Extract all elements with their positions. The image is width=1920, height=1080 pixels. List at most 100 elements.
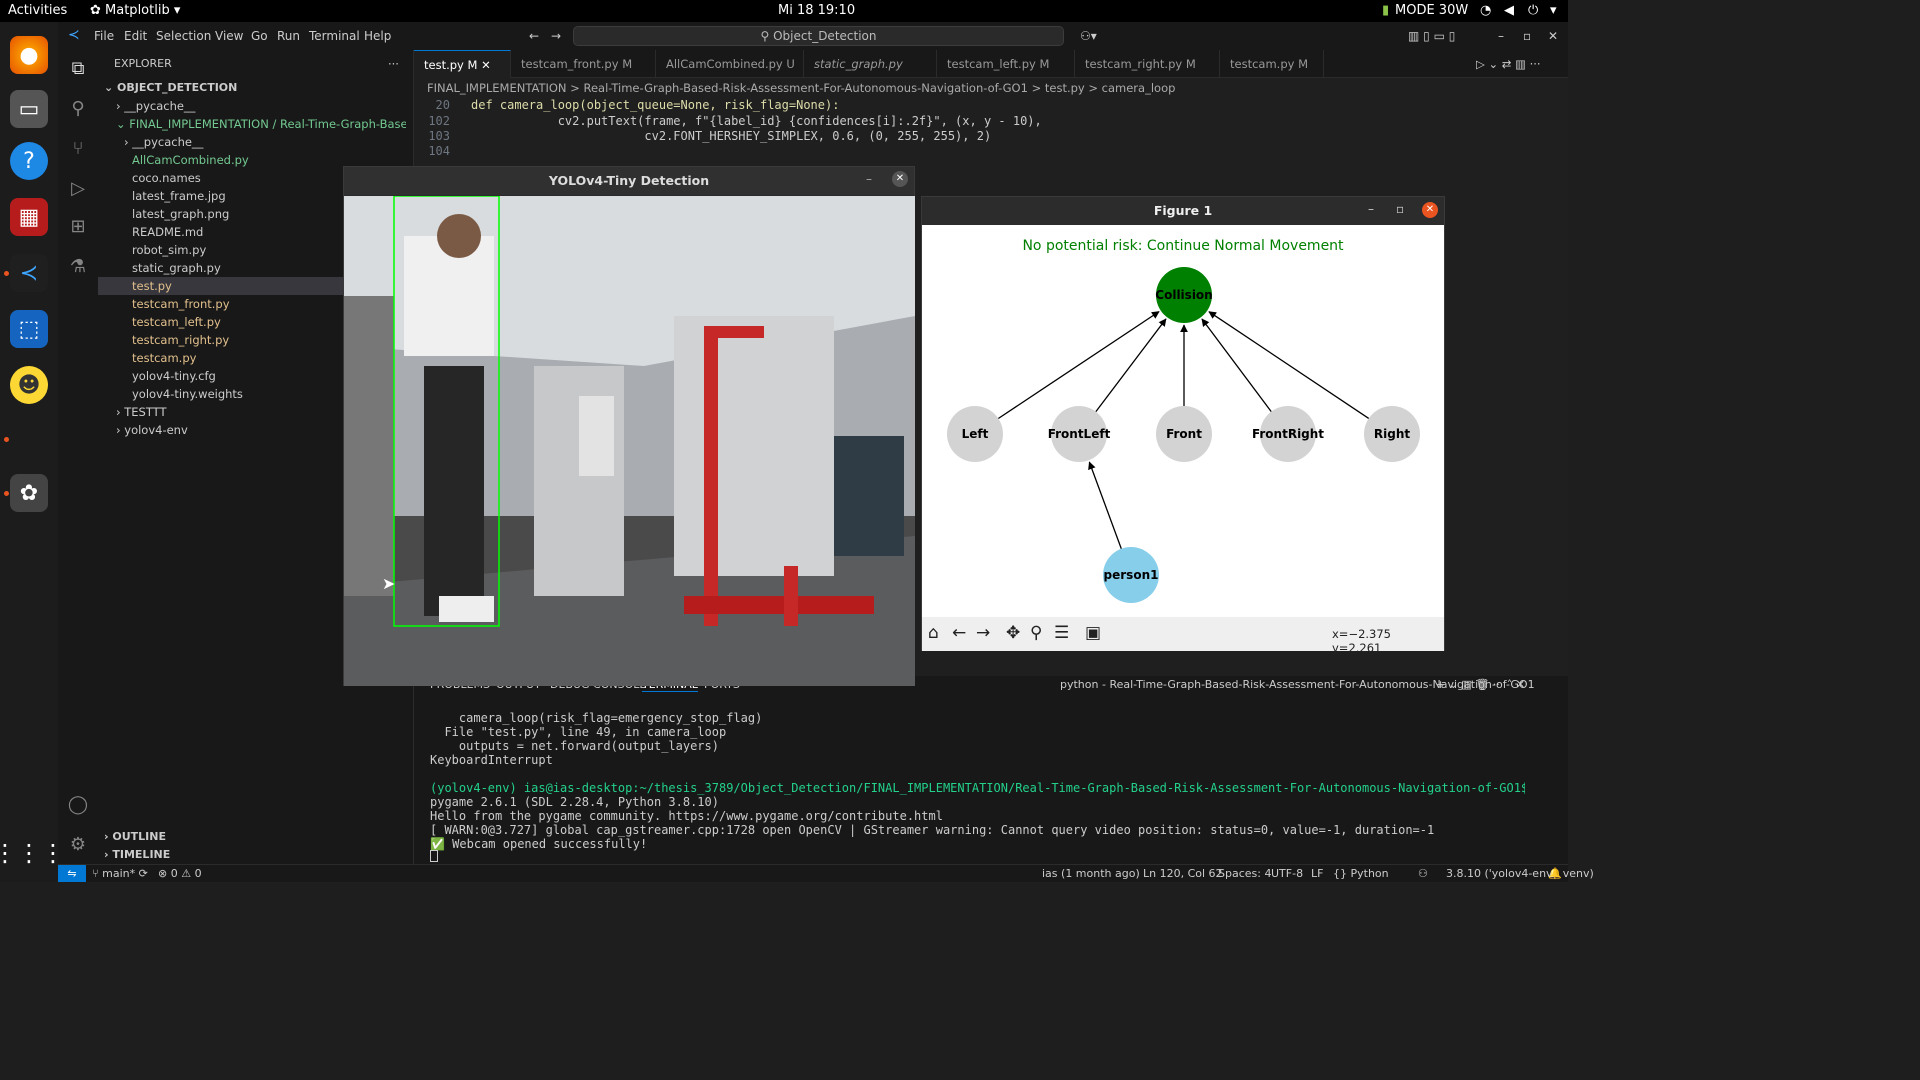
close-icon[interactable]: ✕ xyxy=(481,58,491,72)
files-icon[interactable]: ▭ xyxy=(10,90,48,128)
tab-static-graph[interactable]: static_graph.py xyxy=(804,50,937,78)
menu-run[interactable]: Run xyxy=(277,29,300,43)
close-icon[interactable]: ✕ xyxy=(1422,202,1438,218)
show-apps-icon[interactable]: ⋮⋮⋮ xyxy=(0,834,65,872)
tree-file-yolo-cfg[interactable]: yolov4-tiny.cfg xyxy=(132,367,216,385)
branch-indicator[interactable]: ⑂ main* ⟳ xyxy=(92,865,148,882)
home-icon[interactable]: ⌂ xyxy=(928,623,939,643)
menu-selection[interactable]: Selection xyxy=(156,29,211,43)
app-menu[interactable]: ✿ Matplotlib ▾ xyxy=(90,3,180,18)
pygame-icon[interactable]: ☻ xyxy=(10,366,48,404)
tab-test-py[interactable]: test.py M ✕ xyxy=(414,50,511,78)
configure-subplots-icon[interactable]: ☰ xyxy=(1054,623,1069,643)
minimize-icon[interactable]: – xyxy=(866,172,872,186)
cursor-position[interactable]: Ln 120, Col 62 xyxy=(1143,865,1223,882)
copilot-icon[interactable]: ⚇▾ xyxy=(1080,29,1097,43)
tree-file-testcam-left[interactable]: testcam_left.py xyxy=(132,313,221,331)
notifications-bell-icon[interactable]: 🔔 xyxy=(1548,865,1562,882)
language-mode[interactable]: {} Python xyxy=(1333,865,1389,882)
wifi-icon[interactable]: ◔ xyxy=(1480,3,1491,18)
app-center-icon[interactable]: ▦ xyxy=(10,198,48,236)
command-center-search[interactable]: ⚲ Object_Detection xyxy=(573,26,1064,46)
extensions-icon[interactable]: ⊞ xyxy=(67,216,89,238)
tree-file-testcam-right[interactable]: testcam_right.py xyxy=(132,331,229,349)
menu-go[interactable]: Go xyxy=(251,29,268,43)
python-interpreter[interactable]: 3.8.10 ('yolov4-env': venv) xyxy=(1446,865,1594,882)
zoom-icon[interactable]: ⚲ xyxy=(1030,623,1042,643)
tab-allcamcombined[interactable]: AllCamCombined.py U xyxy=(656,50,804,78)
outline-section[interactable]: › OUTLINE xyxy=(104,828,166,846)
terminal[interactable]: camera_loop(risk_flag=emergency_stop_fla… xyxy=(414,694,1568,864)
back-arrow-icon[interactable]: ← xyxy=(529,29,539,43)
breadcrumb[interactable]: FINAL_IMPLEMENTATION > Real-Time-Graph-B… xyxy=(414,78,1568,98)
timeline-section[interactable]: › TIMELINE xyxy=(104,846,170,864)
tree-file-yolo-weights[interactable]: yolov4-tiny.weights xyxy=(132,385,243,403)
volume-icon[interactable]: ◀ xyxy=(1504,3,1514,18)
tab-testcam-left[interactable]: testcam_left.py M xyxy=(937,50,1075,78)
encoding[interactable]: UTF-8 xyxy=(1271,865,1303,882)
layout-icon[interactable]: ▥ ▯ ▭ ▯ xyxy=(1408,29,1455,43)
git-blame[interactable]: ias (1 month ago) xyxy=(1042,865,1140,882)
tree-file-allcamcombined[interactable]: AllCamCombined.py xyxy=(132,151,249,169)
firefox-icon[interactable]: ● xyxy=(10,36,48,74)
maximize-icon[interactable]: ▫ xyxy=(1396,202,1404,216)
search-icon[interactable]: ⚲ xyxy=(67,98,89,120)
tab-testcam-right[interactable]: testcam_right.py M xyxy=(1075,50,1220,78)
explorer-icon[interactable]: ⧉ xyxy=(67,58,89,80)
menu-edit[interactable]: Edit xyxy=(124,29,147,43)
tree-folder-pycache[interactable]: › __pycache__ xyxy=(116,97,195,115)
close-icon[interactable]: ✕ xyxy=(892,171,908,187)
problems-indicator[interactable]: ⊗ 0 ⚠ 0 xyxy=(158,865,202,882)
power-mode-label[interactable]: MODE 30W xyxy=(1395,3,1468,18)
workspace-root[interactable]: ⌄ OBJECT_DETECTION xyxy=(104,79,237,97)
tree-file-testcam[interactable]: testcam.py xyxy=(132,349,196,367)
menu-view[interactable]: View xyxy=(215,29,243,43)
matplotlib-icon[interactable]: ✿ xyxy=(10,474,48,512)
menu-file[interactable]: File xyxy=(94,29,114,43)
run-debug-icon[interactable]: ▷ xyxy=(67,178,89,200)
run-file-icon[interactable]: ▷ ⌄ ⇄ ▥ ··· xyxy=(1466,50,1541,78)
tree-file-static-graph[interactable]: static_graph.py xyxy=(132,259,221,277)
forward-arrow-icon[interactable]: → xyxy=(551,29,561,43)
activities-button[interactable]: Activities xyxy=(8,3,67,18)
menu-terminal[interactable]: Terminal xyxy=(309,29,360,43)
account-icon[interactable]: ◯ xyxy=(67,794,89,816)
tree-folder-yolov4-env[interactable]: › yolov4-env xyxy=(116,421,188,439)
testing-icon[interactable]: ⚗ xyxy=(67,256,89,278)
power-icon[interactable]: ⏻ xyxy=(1528,3,1538,18)
save-icon[interactable]: ▣ xyxy=(1085,623,1101,643)
copilot-status-icon[interactable]: ⚇ xyxy=(1418,865,1428,882)
more-actions-icon[interactable]: ··· xyxy=(388,55,399,73)
clock[interactable]: Mi 18 19:10 xyxy=(778,3,855,18)
help-icon[interactable]: ? xyxy=(10,142,48,180)
source-control-icon[interactable]: ⑂ xyxy=(67,138,89,160)
tree-file-readme[interactable]: README.md xyxy=(132,223,203,241)
graph-canvas[interactable]: No potential risk: Continue Normal Movem… xyxy=(922,225,1444,617)
back-arrow-icon[interactable]: ← xyxy=(952,623,966,643)
tree-file-latest-frame[interactable]: latest_frame.jpg xyxy=(132,187,226,205)
pan-icon[interactable]: ✥ xyxy=(1006,623,1020,643)
menu-help[interactable]: Help xyxy=(364,29,391,43)
tab-testcam[interactable]: testcam.py M xyxy=(1220,50,1324,78)
remote-icon[interactable]: ⇋ xyxy=(58,865,86,882)
minimize-icon[interactable]: – xyxy=(1368,202,1374,216)
tree-folder-final-implementation[interactable]: ⌄ FINAL_IMPLEMENTATION / Real-Time-Graph… xyxy=(116,115,406,133)
tree-file-latest-graph[interactable]: latest_graph.png xyxy=(132,205,229,223)
screenshot-icon[interactable]: ⬚ xyxy=(10,310,48,348)
tree-folder-pycache-nested[interactable]: › __pycache__ xyxy=(124,133,203,151)
tree-file-testcam-front[interactable]: testcam_front.py xyxy=(132,295,230,313)
tree-file-robot-sim[interactable]: robot_sim.py xyxy=(132,241,206,259)
indentation[interactable]: Spaces: 4 xyxy=(1218,865,1271,882)
terminal-actions-icon[interactable]: + ⌄ ▥ 🗑 ··· ˄ ✕ xyxy=(1436,678,1525,691)
tree-file-coco-names[interactable]: coco.names xyxy=(132,169,201,187)
minimize-icon[interactable]: – xyxy=(1498,29,1504,43)
settings-gear-icon[interactable]: ⚙ xyxy=(67,834,89,856)
maximize-icon[interactable]: ▫ xyxy=(1523,29,1531,43)
eol[interactable]: LF xyxy=(1311,865,1323,882)
vscode-icon[interactable]: ≺ xyxy=(10,254,48,292)
tab-testcam-front[interactable]: testcam_front.py M xyxy=(511,50,656,78)
tree-folder-testtt[interactable]: › TESTTT xyxy=(116,403,167,421)
forward-arrow-icon[interactable]: → xyxy=(976,623,990,643)
close-icon[interactable]: ✕ xyxy=(1548,29,1558,43)
chevron-down-icon[interactable]: ▾ xyxy=(1550,3,1557,18)
